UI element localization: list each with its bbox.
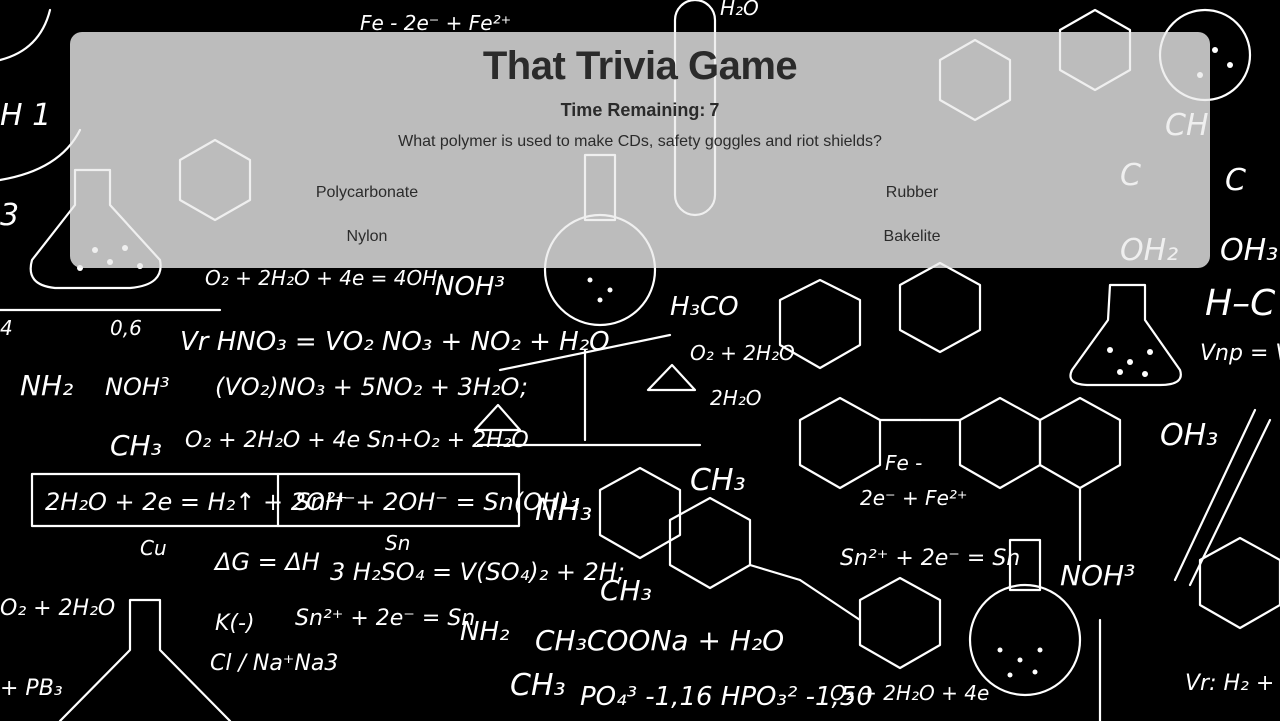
answer-option-4[interactable]: Bakelite [884, 228, 941, 246]
svg-text:O₂ + 2H₂O + 4e = 4OH;: O₂ + 2H₂O + 4e = 4OH; [205, 266, 444, 290]
question-text: What polymer is used to make CDs, safety… [398, 133, 882, 150]
svg-text:Vr HNO₃ = VO₂ NO₃ + NO₂ + H₂O: Vr HNO₃ = VO₂ NO₃ + NO₂ + H₂O [180, 327, 610, 357]
svg-text:+ PB₃: + PB₃ [0, 676, 63, 701]
svg-text:NOH³: NOH³ [435, 272, 505, 302]
svg-text:2H₂O: 2H₂O [710, 386, 762, 410]
svg-text:3 H₂SO₄ = V(SO₄)₂ + 2H;: 3 H₂SO₄ = V(SO₄)₂ + 2H; [330, 558, 625, 586]
svg-text:3: 3 [0, 198, 19, 233]
svg-text:Cu: Cu [140, 536, 167, 560]
svg-text:Vnp = V: Vnp = V [1200, 341, 1280, 366]
time-remaining: Time Remaining: 7 [70, 100, 1210, 121]
svg-text:4: 4 [0, 316, 13, 340]
svg-text:NH₂: NH₂ [460, 617, 509, 647]
svg-text:CH₃: CH₃ [110, 429, 162, 462]
svg-text:CH₃COONa + H₂O: CH₃COONa + H₂O [535, 624, 784, 657]
svg-text:NH₃: NH₃ [535, 493, 592, 528]
svg-text:0,6: 0,6 [110, 316, 142, 340]
svg-text:NOH³: NOH³ [1060, 559, 1135, 592]
svg-text:NH₂: NH₂ [20, 369, 73, 402]
svg-text:CH₃: CH₃ [600, 574, 652, 607]
trivia-panel: That Trivia Game Time Remaining: 7 What p… [70, 32, 1210, 268]
svg-text:PO₄³ -1,16 HPO₃² -1,50: PO₄³ -1,16 HPO₃² -1,50 [580, 682, 873, 712]
answer-option-2[interactable]: Rubber [886, 184, 938, 202]
svg-text:H₃CO: H₃CO [670, 292, 739, 322]
svg-text:CH₃: CH₃ [510, 668, 566, 703]
timer-label: Time Remaining: [560, 100, 706, 120]
svg-text:OH₃: OH₃ [1160, 418, 1218, 453]
svg-text:Cl / Na⁺Na3: Cl / Na⁺Na3 [210, 651, 338, 676]
svg-text:ΔG = ΔH: ΔG = ΔH [213, 548, 320, 576]
svg-text:NOH³: NOH³ [105, 373, 170, 401]
svg-text:K(-): K(-) [215, 611, 255, 636]
svg-text:H₂O: H₂O [720, 0, 759, 20]
game-screen: NH₂ NOH³ CH₃ Vr HNO₃ = VO₂ NO₃ + NO₂ + H… [0, 0, 1280, 721]
svg-text:Sn²⁺ + 2e⁻ = Sn: Sn²⁺ + 2e⁻ = Sn [840, 546, 1020, 571]
game-title: That Trivia Game [482, 44, 798, 88]
svg-text:OH₃: OH₃ [1220, 233, 1278, 268]
svg-text:O₂ + 2H₂O: O₂ + 2H₂O [690, 341, 795, 365]
svg-text:Sn: Sn [385, 531, 410, 555]
svg-text:2e⁻ + Fe²⁺: 2e⁻ + Fe²⁺ [860, 486, 967, 510]
svg-text:Sn²⁺ + 2e⁻ = Sn: Sn²⁺ + 2e⁻ = Sn [295, 606, 475, 631]
svg-text:H 1: H 1 [0, 98, 51, 133]
svg-text:O₂ + 2H₂O + 4e: O₂ + 2H₂O + 4e [830, 681, 989, 705]
svg-text:O₂ + 2H₂O + 4e Sn+O₂ + 2H₂O: O₂ + 2H₂O + 4e Sn+O₂ + 2H₂O [185, 428, 529, 453]
svg-text:O₂ + 2H₂O: O₂ + 2H₂O [0, 596, 115, 621]
answer-option-3[interactable]: Nylon [347, 228, 388, 246]
svg-text:C: C [1225, 163, 1246, 198]
svg-text:Fe -: Fe - [885, 451, 922, 475]
answer-option-1[interactable]: Polycarbonate [316, 184, 418, 202]
svg-text:H–C: H–C [1205, 283, 1276, 324]
svg-text:CH₃: CH₃ [690, 463, 746, 498]
timer-value: 7 [709, 100, 720, 120]
svg-text:(VO₂)NO₃ + 5NO₂ + 3H₂O;: (VO₂)NO₃ + 5NO₂ + 3H₂O; [215, 373, 528, 401]
svg-text:Vr: H₂ +: Vr: H₂ + [1185, 671, 1274, 696]
